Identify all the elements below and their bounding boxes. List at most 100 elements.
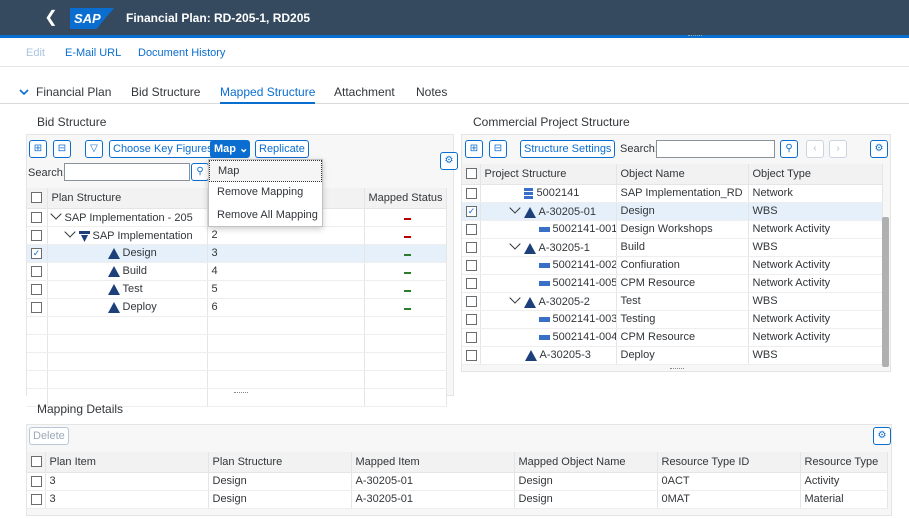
chevron-down-icon[interactable] <box>18 86 30 98</box>
row-checkbox[interactable] <box>466 241 477 253</box>
choose-key-figures-button[interactable]: Choose Key Figures <box>109 140 217 158</box>
row-checkbox[interactable] <box>466 259 477 271</box>
empty-row <box>27 316 447 335</box>
collapse-all-icon[interactable]: ⊟ <box>489 140 507 158</box>
map-menu-button[interactable]: Map ⌄ <box>210 140 250 158</box>
row-checkbox[interactable] <box>31 283 42 295</box>
row-checkbox[interactable] <box>466 187 477 199</box>
table-row[interactable]: 3 Design A-30205-01 Design 0MAT Material <box>27 490 888 509</box>
structure-settings-button[interactable]: Structure Settings <box>520 140 616 158</box>
search-icon[interactable]: ⚲ <box>191 163 209 181</box>
network-activity-icon <box>538 334 550 340</box>
menu-item-map[interactable]: Map <box>209 160 322 182</box>
chevron-down-icon[interactable] <box>508 238 521 250</box>
row-checkbox[interactable] <box>466 313 477 325</box>
select-all-checkbox[interactable] <box>27 452 46 473</box>
row-checkbox[interactable] <box>466 349 477 361</box>
table-row[interactable]: ✓ A-30205-01 Design WBS <box>462 202 883 221</box>
row-checkbox[interactable] <box>31 475 42 487</box>
row-checkbox[interactable] <box>31 301 42 313</box>
section-tabs: Financial Plan Bid Structure Mapped Stru… <box>0 84 909 104</box>
chevron-down-icon[interactable] <box>508 292 521 304</box>
settings-gear-icon[interactable]: ⚙ <box>873 427 891 445</box>
table-row[interactable]: SAP Implementation 2 <box>27 226 447 245</box>
table-row[interactable]: Build 4 <box>27 262 447 281</box>
panel-resize-grip[interactable] <box>234 392 248 394</box>
row-checkbox[interactable] <box>466 277 477 289</box>
table-row[interactable]: 5002141-0030. Testing Network Activity <box>462 310 883 329</box>
row-checkbox[interactable] <box>31 265 42 277</box>
network-activity-icon <box>538 226 550 232</box>
select-all-checkbox[interactable] <box>27 188 48 209</box>
tab-mapped-structure[interactable]: Mapped Structure <box>220 85 316 104</box>
wbs-icon <box>107 265 120 277</box>
project-structure-id: A-30205-3 <box>539 349 591 361</box>
row-checkbox[interactable] <box>466 295 477 307</box>
chevron-down-icon[interactable] <box>63 226 76 238</box>
bid-search-input[interactable] <box>64 163 190 181</box>
next-icon[interactable]: › <box>829 140 847 158</box>
chevron-down-icon[interactable] <box>508 202 521 214</box>
previous-icon[interactable]: ‹ <box>806 140 824 158</box>
plan-structure-name: Deploy <box>122 301 157 313</box>
object-type: Network Activity <box>748 310 883 329</box>
select-all-checkbox[interactable] <box>462 164 481 185</box>
collapse-all-icon[interactable]: ⊟ <box>53 140 71 158</box>
col-object-type: Object Type <box>748 164 883 185</box>
replicate-button[interactable]: Replicate <box>255 140 309 158</box>
menu-item-remove-all-mapping[interactable]: Remove All Mapping <box>209 205 322 227</box>
search-icon[interactable]: ⚲ <box>780 140 798 158</box>
row-checkbox[interactable] <box>466 331 477 343</box>
table-row[interactable]: A-30205-2 Test WBS <box>462 292 883 311</box>
chevron-down-icon[interactable] <box>49 208 62 220</box>
delete-button[interactable]: Delete <box>29 427 69 445</box>
row-checkbox-checked[interactable]: ✓ <box>31 247 42 259</box>
table-row[interactable]: 3 Design A-30205-01 Design 0ACT Activity <box>27 472 888 491</box>
table-row[interactable]: Deploy 6 <box>27 298 447 317</box>
object-type: WBS <box>748 202 883 221</box>
table-row[interactable]: ✓ Design 3 <box>27 244 447 263</box>
row-checkbox[interactable] <box>466 223 477 235</box>
settings-gear-icon[interactable]: ⚙ <box>440 152 458 170</box>
edit-button[interactable]: Edit <box>26 47 45 59</box>
mapping-details-title: Mapping Details <box>37 402 124 416</box>
row-checkbox[interactable] <box>31 229 42 241</box>
back-icon[interactable]: ❮ <box>42 9 60 27</box>
email-url-button[interactable]: E-Mail URL <box>65 47 121 59</box>
plan-level: 5 <box>207 280 365 299</box>
vertical-scrollbar[interactable] <box>882 217 889 367</box>
cps-search-input[interactable] <box>656 140 775 158</box>
table-row[interactable]: 5002141-0050. CPM Resource Network Activ… <box>462 274 883 293</box>
col-project-structure: Project Structure <box>480 164 617 185</box>
menu-item-remove-mapping[interactable]: Remove Mapping <box>209 182 322 204</box>
expand-all-icon[interactable]: ⊞ <box>465 140 483 158</box>
tab-bid-structure[interactable]: Bid Structure <box>131 85 200 104</box>
settings-gear-icon[interactable]: ⚙ <box>870 140 888 158</box>
row-checkbox[interactable] <box>31 493 42 505</box>
document-history-button[interactable]: Document History <box>138 47 225 59</box>
tab-notes[interactable]: Notes <box>416 85 447 104</box>
table-row[interactable]: A-30205-3 Deploy WBS <box>462 346 883 365</box>
resource-type-id: 0ACT <box>657 472 801 491</box>
table-row[interactable]: 5002141-0040. CPM Resource Network Activ… <box>462 328 883 347</box>
tab-attachment[interactable]: Attachment <box>334 85 395 104</box>
table-row[interactable]: Test 5 <box>27 280 447 299</box>
network-activity-icon <box>538 280 550 286</box>
table-row[interactable]: A-30205-1 Build WBS <box>462 238 883 257</box>
object-type: Network <box>748 184 883 203</box>
tab-financial-plan[interactable]: Financial Plan <box>36 85 111 104</box>
expand-all-icon[interactable]: ⊞ <box>29 140 47 158</box>
table-row[interactable]: 5002141-0020. Confiuration Network Activ… <box>462 256 883 275</box>
row-checkbox[interactable] <box>31 211 42 223</box>
table-row[interactable]: 5002141 SAP Implementation_RD Network <box>462 184 883 203</box>
empty-row <box>27 370 447 389</box>
mapped-object-name: Design <box>514 472 658 491</box>
row-checkbox-checked[interactable]: ✓ <box>466 205 477 217</box>
table-row[interactable]: 5002141-0010. Design Workshops Network A… <box>462 220 883 239</box>
col-plan-structure: Plan Structure <box>47 188 208 209</box>
filter-icon[interactable]: ▽ <box>85 140 103 158</box>
wbs-icon <box>523 242 536 254</box>
panel-resize-grip[interactable] <box>670 368 684 370</box>
sap-logo: SAP <box>70 8 114 29</box>
mapping-details-panel: Delete ⚙ Plan Item Plan Structure Mapped… <box>26 424 892 516</box>
